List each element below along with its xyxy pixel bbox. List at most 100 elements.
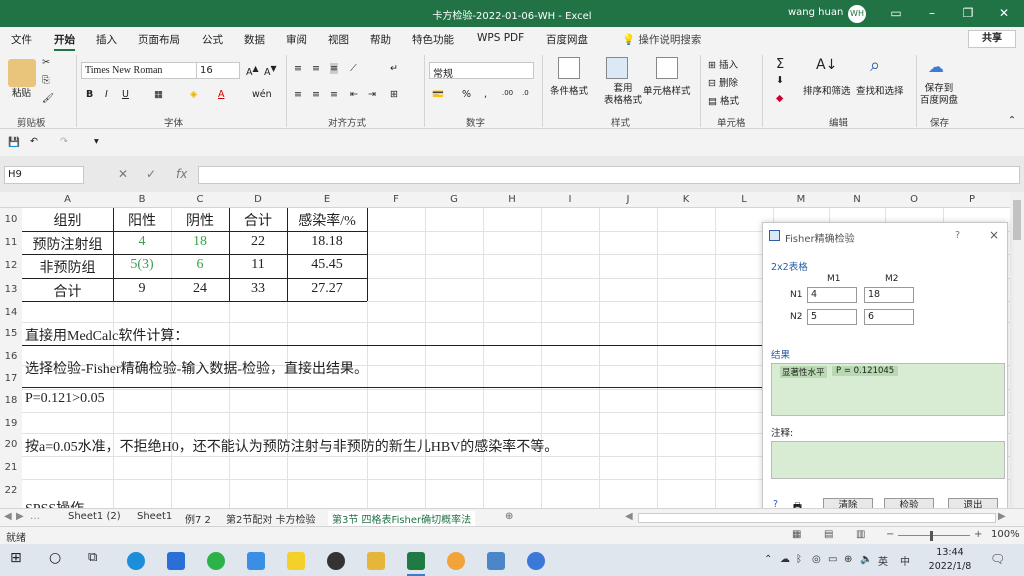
bold-icon[interactable]: B: [86, 89, 93, 100]
col-header[interactable]: O: [885, 194, 943, 205]
row-header[interactable]: 14: [0, 307, 22, 318]
search-circle-icon[interactable]: ○: [49, 550, 67, 568]
photos-icon[interactable]: [247, 552, 265, 570]
tab-insert[interactable]: 插入: [96, 32, 117, 47]
app-icon[interactable]: [327, 552, 345, 570]
col-header[interactable]: J: [599, 194, 657, 205]
table-cell[interactable]: 24: [171, 281, 229, 297]
align-bottom-icon[interactable]: ≡: [330, 63, 338, 74]
table-header-rate[interactable]: 感染率/%: [287, 210, 367, 230]
table-format-label[interactable]: 套用 表格格式: [604, 83, 642, 107]
tab-review[interactable]: 审阅: [286, 32, 307, 47]
align-right-icon[interactable]: ≡: [330, 89, 338, 100]
table-cell[interactable]: 18: [171, 234, 229, 250]
row-header[interactable]: 19: [0, 418, 22, 429]
font-size-box[interactable]: 16: [196, 62, 240, 79]
input-n1-m2[interactable]: 18: [864, 287, 914, 303]
medcalc-icon[interactable]: [487, 552, 505, 570]
table-cell[interactable]: 45.45: [287, 257, 367, 273]
row-header[interactable]: 17: [0, 373, 22, 384]
hscroll-left-icon[interactable]: ◀: [625, 511, 633, 522]
col-header[interactable]: D: [229, 194, 287, 205]
percent-icon[interactable]: %: [462, 89, 471, 100]
phonetic-icon[interactable]: wén: [252, 89, 272, 100]
paste-label[interactable]: 粘贴: [12, 85, 31, 99]
cell-style-icon[interactable]: [656, 57, 678, 79]
horizontal-scrollbar[interactable]: [638, 513, 996, 523]
row-header[interactable]: 11: [0, 237, 22, 248]
ime-indicator[interactable]: 英: [878, 553, 888, 568]
note-line-16[interactable]: 选择检验-Fisher精确检验-输入数据-检验，直接出结果。: [25, 358, 368, 378]
row-header[interactable]: 18: [0, 395, 22, 406]
tab-help[interactable]: 帮助: [370, 32, 391, 47]
sheet-tab[interactable]: 第2节配对 卡方检验: [226, 511, 316, 526]
clear-icon[interactable]: ◆: [776, 93, 783, 104]
network-icon[interactable]: ⊕: [844, 554, 852, 565]
shrink-font-icon[interactable]: A▼: [264, 64, 277, 78]
table-cell[interactable]: 4: [113, 234, 171, 250]
note-line-15[interactable]: 直接用MedCalc软件计算：: [25, 325, 188, 345]
baidu-cloud-icon[interactable]: ☁: [928, 57, 944, 76]
table-cell[interactable]: 22: [229, 234, 287, 250]
normal-view-icon[interactable]: ▦: [792, 529, 801, 540]
mail-icon[interactable]: [167, 552, 185, 570]
col-header[interactable]: C: [171, 194, 229, 205]
increase-decimal-icon[interactable]: .00: [502, 89, 513, 97]
tray-icon[interactable]: ☁: [780, 554, 790, 565]
row-header[interactable]: 10: [0, 214, 22, 225]
customize-qat-icon[interactable]: ▾: [94, 136, 99, 147]
windows-start-icon[interactable]: ⊞: [10, 550, 28, 568]
collapse-ribbon-icon[interactable]: ⌃: [1008, 115, 1016, 126]
col-header[interactable]: A: [22, 194, 113, 205]
ime-mode-icon[interactable]: 中: [900, 553, 910, 568]
row-header[interactable]: 20: [0, 439, 22, 450]
decrease-indent-icon[interactable]: ⇤: [350, 89, 358, 100]
share-button[interactable]: 共享: [968, 30, 1016, 48]
tray-expand-icon[interactable]: ⌃: [764, 554, 772, 565]
find-icon[interactable]: ⌕: [870, 55, 880, 76]
format-painter-icon[interactable]: 🖌: [42, 93, 54, 104]
fill-color-icon[interactable]: ◈: [190, 89, 197, 100]
align-top-icon[interactable]: ≡: [294, 63, 302, 74]
zoom-in-icon[interactable]: +: [974, 529, 982, 540]
name-box[interactable]: H9: [4, 166, 84, 184]
col-header[interactable]: M: [773, 194, 829, 205]
volume-icon[interactable]: 🔈: [860, 554, 872, 565]
excel-icon[interactable]: [407, 552, 425, 570]
decrease-decimal-icon[interactable]: .0: [522, 89, 529, 97]
formula-input[interactable]: [198, 166, 1020, 184]
underline-icon[interactable]: U: [122, 89, 129, 100]
fiddler-icon[interactable]: [287, 552, 305, 570]
italic-icon[interactable]: I: [105, 89, 108, 100]
close-icon[interactable]: ✕: [994, 4, 1014, 22]
sort-filter-icon[interactable]: A↓: [816, 57, 837, 73]
table-cell[interactable]: 9: [113, 281, 171, 297]
comma-icon[interactable]: ,: [484, 89, 487, 100]
note-line-20[interactable]: 按a=0.05水准，不拒绝H0，还不能认为预防注射与非预防的新生儿HBV的感染率…: [25, 436, 558, 456]
save-icon[interactable]: 💾: [8, 137, 20, 148]
table-cell[interactable]: 非预防组: [22, 257, 113, 277]
wrap-text-icon[interactable]: ↵: [390, 63, 398, 74]
delete-cells-button[interactable]: ⊟ 删除: [708, 75, 738, 89]
conditional-format-icon[interactable]: [558, 57, 580, 79]
autosum-icon[interactable]: Σ: [776, 57, 784, 72]
vertical-scrollbar[interactable]: [1010, 192, 1024, 508]
currency-icon[interactable]: 💳: [432, 89, 444, 100]
col-header[interactable]: L: [715, 194, 773, 205]
zoom-level[interactable]: 100%: [991, 529, 1020, 540]
clock[interactable]: 13:44 2022/1/8: [922, 546, 978, 574]
insert-cells-button[interactable]: ⊞ 插入: [708, 57, 738, 71]
table-header-positive[interactable]: 阳性: [113, 210, 171, 230]
zoom-out-icon[interactable]: −: [886, 529, 894, 540]
browser-icon[interactable]: [527, 552, 545, 570]
row-header[interactable]: 16: [0, 351, 22, 362]
tab-wps-pdf[interactable]: WPS PDF: [477, 32, 524, 44]
redo-icon[interactable]: ↷: [60, 136, 68, 147]
hscroll-right-icon[interactable]: ▶: [998, 511, 1006, 522]
merge-center-icon[interactable]: ⊞: [390, 89, 398, 100]
task-view-icon[interactable]: ⧉: [88, 550, 106, 568]
page-layout-view-icon[interactable]: ▤: [824, 529, 833, 540]
sheet-tab[interactable]: Sheet1 (2): [68, 511, 121, 522]
font-color-icon[interactable]: A: [218, 89, 225, 100]
increase-indent-icon[interactable]: ⇥: [368, 89, 376, 100]
